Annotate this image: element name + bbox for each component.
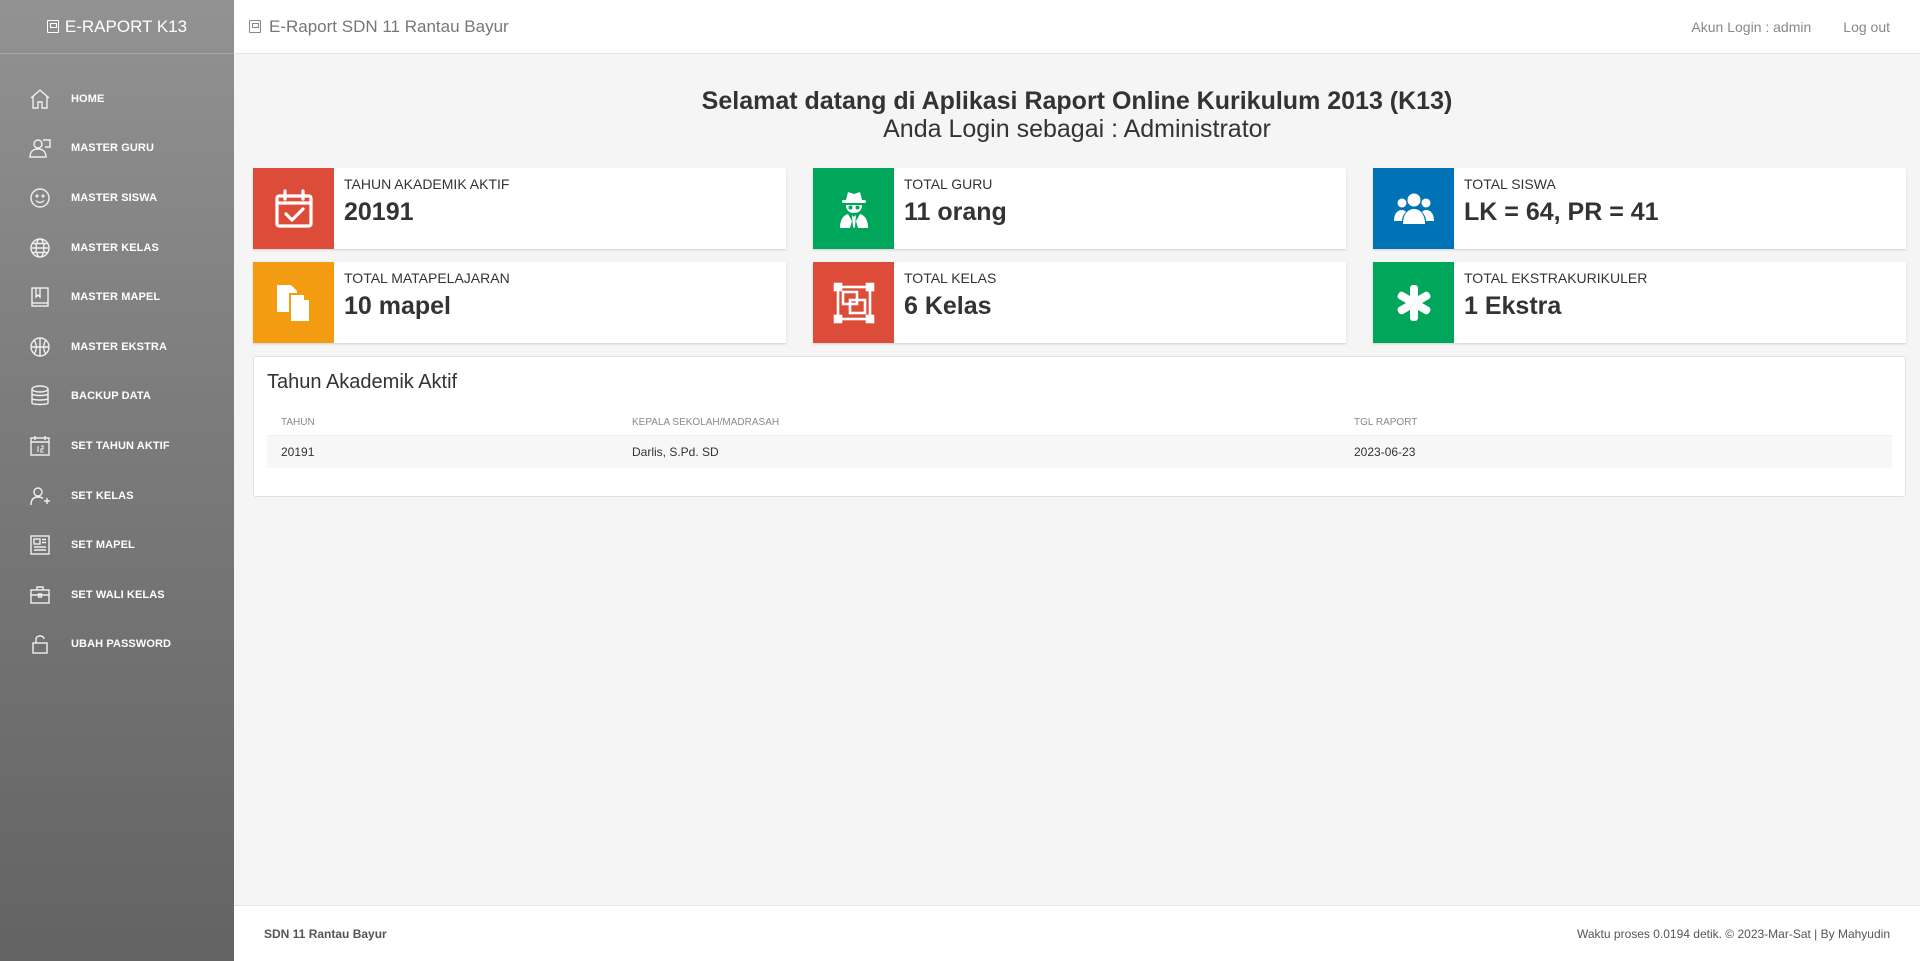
user-secret-icon [813,168,894,249]
globe-icon [28,236,52,260]
teacher-icon [28,136,52,160]
stat-box-total-kelas: TOTAL KELAS 6 Kelas [813,262,1346,343]
book-icon [28,285,52,309]
sidebar-item-label: UBAH PASSWORD [71,638,172,651]
stat-box-total-matapelajaran: TOTAL MATAPELAJARAN 10 mapel [253,262,786,343]
stat-caption: TOTAL EKSTRAKURIKULER [1464,270,1648,286]
sidebar-item-backup-data[interactable]: BACKUP DATA [0,372,234,422]
newspaper-icon [28,533,52,557]
stat-caption: TOTAL GURU [904,176,993,192]
panel-title: Tahun Akademik Aktif [267,371,458,393]
welcome-title: Selamat datang di Aplikasi Raport Online… [701,87,1453,115]
stat-box-total-siswa: TOTAL SISWA LK = 64, PR = 41 [1373,168,1906,249]
home-icon [28,87,52,111]
column-header-tahun: TAHUN [267,409,618,436]
welcome-subtitle: Anda Login sebagai : Administrator [883,115,1271,143]
stat-caption: TOTAL SISWA [1464,176,1556,192]
ball-icon [28,335,52,359]
sidebar-item-set-tahun-aktif[interactable]: SET TAHUN AKTIF [0,421,234,471]
tahun-akademik-panel: Tahun Akademik Aktif TAHUN KEPALA SEKOLA… [253,356,1906,497]
book-icon [46,20,59,33]
sidebar-item-master-mapel[interactable]: MASTER MAPEL [0,272,234,322]
stat-caption: TAHUN AKADEMIK AKTIF [344,176,510,192]
stat-value: 20191 [344,198,414,226]
users-icon [1373,168,1454,249]
sidebar-nav: HOME MASTER GURU MASTER SISWA MASTER KEL… [0,54,234,669]
sidebar-item-label: MASTER GURU [71,142,154,155]
sidebar-item-ubah-password[interactable]: UBAH PASSWORD [0,620,234,670]
stats-grid: TAHUN AKADEMIK AKTIF 20191 TOTAL GURU 11… [253,168,1906,343]
book-icon [249,20,261,33]
column-header-kepala-sekolah: KEPALA SEKOLAH/MADRASAH [618,409,1340,436]
tahun-akademik-table: TAHUN KEPALA SEKOLAH/MADRASAH TGL RAPORT… [267,409,1892,468]
user-plus-icon [28,484,52,508]
sidebar-item-label: MASTER MAPEL [71,291,161,304]
stat-box-total-ekstrakurikuler: TOTAL EKSTRAKURIKULER 1 Ekstra [1373,262,1906,343]
sidebar-item-label: SET MAPEL [71,539,135,552]
topbar: E-Raport SDN 11 Rantau Bayur Akun Login … [234,0,1920,54]
sidebar-item-set-wali-kelas[interactable]: SET WALI KELAS [0,570,234,620]
table-cell: Darlis, S.Pd. SD [618,435,1340,468]
logout-link[interactable]: Log out [1843,19,1890,35]
stat-box-total-guru: TOTAL GURU 11 orang [813,168,1346,249]
table-cell: 20191 [267,435,618,468]
column-header-tgl-raport: TGL RAPORT [1340,409,1892,436]
sidebar-item-label: SET TAHUN AKTIF [71,439,170,452]
sidebar-item-home[interactable]: HOME [0,74,234,124]
lock-icon [28,632,52,656]
footer-info: Waktu proses 0.0194 detik. © 2023-Mar-Sa… [1577,926,1890,941]
sidebar-item-label: SET WALI KELAS [71,588,165,601]
sidebar-item-master-kelas[interactable]: MASTER KELAS [0,223,234,273]
copy-icon [253,262,334,343]
sidebar-item-master-ekstra[interactable]: MASTER EKSTRA [0,322,234,372]
sidebar-item-label: HOME [71,92,105,105]
database-icon [28,384,52,408]
footer-school-name: SDN 11 Rantau Bayur [264,926,387,941]
stat-caption: TOTAL KELAS [904,270,997,286]
table-cell: 2023-06-23 [1340,435,1892,468]
page-header: E-Raport SDN 11 Rantau Bayur [249,17,509,37]
stat-value: 1 Ekstra [1464,292,1562,320]
sidebar-item-label: SET KELAS [71,489,134,502]
sidebar-item-set-mapel[interactable]: SET MAPEL [0,520,234,570]
stat-value: 11 orang [904,198,1007,226]
asterisk-icon [1373,262,1454,343]
sidebar-item-label: MASTER KELAS [71,241,159,254]
sidebar: E-RAPORT K13 HOME MASTER GURU MASTER SIS… [0,0,234,961]
table-row: 20191 Darlis, S.Pd. SD 2023-06-23 [267,435,1892,468]
sidebar-item-master-guru[interactable]: MASTER GURU [0,124,234,174]
smile-icon [28,186,52,210]
stat-value: 10 mapel [344,292,452,320]
stat-value: LK = 64, PR = 41 [1464,198,1659,226]
stat-caption: TOTAL MATAPELAJARAN [344,270,510,286]
page-header-title: E-Raport SDN 11 Rantau Bayur [269,16,509,36]
welcome-section: Selamat datang di Aplikasi Raport Online… [251,55,1903,143]
sidebar-item-master-siswa[interactable]: MASTER SISWA [0,173,234,223]
calendar-icon [28,434,52,458]
stat-box-tahun-akademik: TAHUN AKADEMIK AKTIF 20191 [253,168,786,249]
calendar-check-icon [253,168,334,249]
sidebar-item-label: MASTER EKSTRA [71,340,168,353]
main-content: Selamat datang di Aplikasi Raport Online… [234,55,1920,906]
briefcase-icon [28,583,52,607]
login-info[interactable]: Akun Login : admin [1691,19,1811,35]
stat-value: 6 Kelas [904,292,992,320]
sidebar-item-label: MASTER SISWA [71,191,158,204]
table-header-row: TAHUN KEPALA SEKOLAH/MADRASAH TGL RAPORT [267,409,1892,436]
footer: SDN 11 Rantau Bayur Waktu proses 0.0194 … [234,905,1920,961]
object-group-icon [813,262,894,343]
brand[interactable]: E-RAPORT K13 [0,0,234,54]
sidebar-item-label: BACKUP DATA [71,390,151,403]
sidebar-item-set-kelas[interactable]: SET KELAS [0,471,234,521]
brand-title: E-RAPORT K13 [64,16,188,36]
